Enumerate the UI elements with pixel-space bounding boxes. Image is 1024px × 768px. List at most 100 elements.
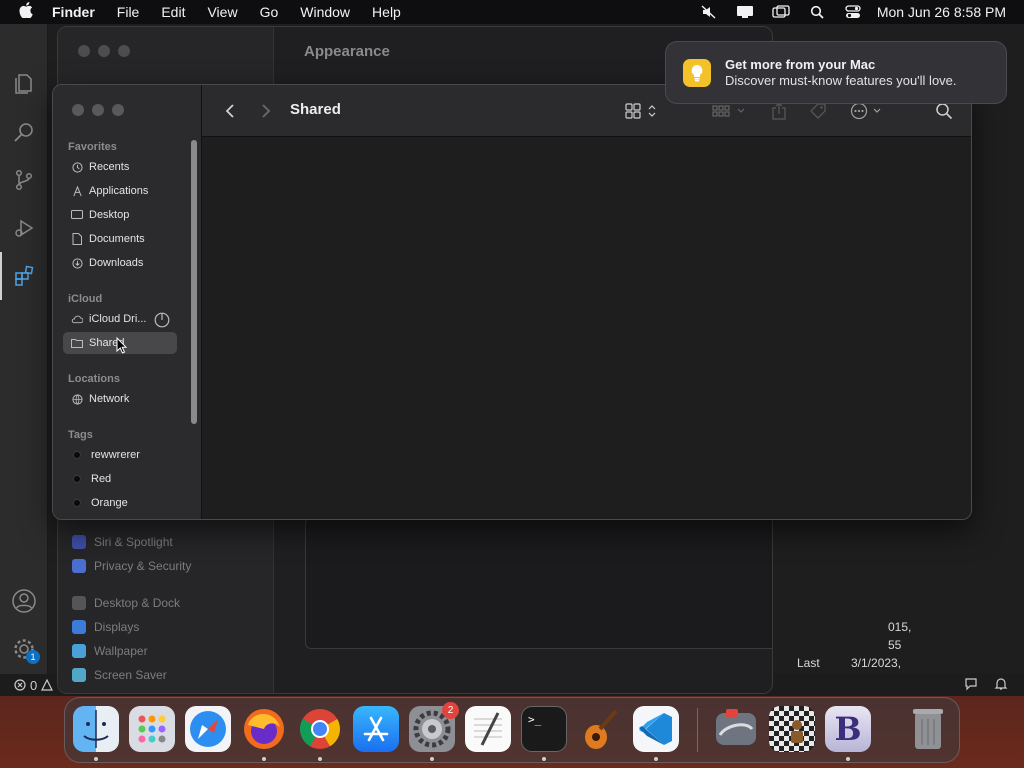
source-control-icon[interactable] [0, 156, 48, 204]
sidebar-item-label: Red [91, 473, 112, 485]
dock-bbedit-icon[interactable]: B [825, 706, 871, 752]
dock-launchpad-icon[interactable] [129, 706, 175, 752]
settings-item-privacy[interactable]: Privacy & Security [72, 559, 191, 573]
menu-file[interactable]: File [106, 4, 151, 20]
minimize-button[interactable] [98, 45, 110, 57]
settings-item-siri[interactable]: Siri & Spotlight [72, 535, 173, 549]
sidebar-item-downloads[interactable]: Downloads [63, 252, 177, 274]
settings-item-label: Displays [94, 620, 140, 634]
forward-chevron-icon[interactable] [258, 99, 274, 123]
menu-bar: Finder File Edit View Go Window Help Mon… [0, 0, 1024, 24]
cloud-icon [71, 313, 83, 325]
screen-saver-icon [72, 668, 86, 682]
dock: 2 >_ B [64, 697, 960, 763]
menu-edit[interactable]: Edit [150, 4, 196, 20]
section-icloud: iCloud [68, 293, 103, 305]
section-favorites: Favorites [68, 141, 117, 153]
finder-window: Favorites Recents Applications Desktop D… [52, 84, 972, 520]
sidebar-item-documents[interactable]: Documents [63, 228, 177, 250]
dock-divider [697, 708, 698, 752]
running-indicator [542, 757, 546, 761]
sidebar-tag-red[interactable]: Red [63, 468, 177, 490]
accounts-badge: 1 [26, 650, 40, 664]
privacy-hand-icon [72, 559, 86, 573]
settings-item-screen-saver[interactable]: Screen Saver [72, 668, 167, 682]
control-center-icon[interactable] [835, 0, 871, 24]
dock-chess-icon[interactable] [769, 706, 815, 752]
background-last-date: 3/1/2023, [851, 656, 902, 670]
screen-mirror-icon[interactable] [763, 0, 799, 24]
shared-folder-icon [71, 337, 83, 349]
close-button[interactable] [78, 45, 90, 57]
finder-sidebar: Favorites Recents Applications Desktop D… [53, 85, 202, 519]
dock-app-store-icon[interactable] [353, 706, 399, 752]
manage-gear-icon[interactable] [0, 625, 48, 673]
display-icon[interactable] [727, 0, 763, 24]
tag-dot-icon [73, 475, 81, 483]
menu-clock[interactable]: Mon Jun 26 8:58 PM [871, 4, 1024, 20]
menu-help[interactable]: Help [361, 4, 412, 20]
mute-icon[interactable] [691, 0, 727, 24]
settings-item-wallpaper[interactable]: Wallpaper [72, 644, 148, 658]
settings-item-displays[interactable]: Displays [72, 620, 139, 634]
close-button[interactable] [72, 104, 84, 116]
section-tags: Tags [68, 429, 93, 441]
error-count-icon[interactable]: 0 [14, 678, 54, 693]
download-icon [71, 257, 83, 269]
sidebar-item-label: Orange [91, 497, 128, 509]
finder-content-area[interactable] [202, 137, 971, 519]
sidebar-tag-rewwrerer[interactable]: rewwrerer [63, 444, 177, 466]
dock-trash-icon[interactable] [905, 706, 951, 752]
sidebar-scrollbar[interactable] [191, 140, 197, 424]
dock-chrome-icon[interactable] [297, 706, 343, 752]
desktop-icon [71, 209, 83, 221]
extensions-icon[interactable] [0, 252, 48, 300]
notification-title: Get more from your Mac [725, 56, 876, 72]
tips-lightbulb-icon [683, 58, 711, 87]
displays-icon [72, 620, 86, 634]
search-icon[interactable] [0, 108, 48, 156]
notification-banner[interactable]: Get more from your Mac Discover must-kno… [665, 41, 1007, 104]
menu-go[interactable]: Go [249, 4, 290, 20]
running-indicator [430, 757, 434, 761]
settings-content-panel [305, 517, 772, 649]
back-chevron-icon[interactable] [222, 99, 238, 123]
dock-firefox-icon[interactable] [241, 706, 287, 752]
apple-menu-icon[interactable] [0, 1, 52, 23]
icloud-sync-progress-icon [154, 312, 170, 333]
menu-window[interactable]: Window [289, 4, 361, 20]
dock-finder-icon[interactable] [73, 706, 119, 752]
menu-app-finder[interactable]: Finder [52, 4, 106, 20]
zoom-button[interactable] [118, 45, 130, 57]
mouse-cursor-icon [116, 336, 128, 359]
spotlight-search-icon[interactable] [799, 0, 835, 24]
dock-safari-icon[interactable] [185, 706, 231, 752]
sidebar-item-desktop[interactable]: Desktop [63, 204, 177, 226]
clock-icon [71, 161, 83, 173]
settings-item-desktop-dock[interactable]: Desktop & Dock [72, 596, 180, 610]
settings-item-label: Screen Saver [94, 668, 167, 682]
dock-vscode-icon[interactable] [633, 706, 679, 752]
sidebar-item-recents[interactable]: Recents [63, 156, 177, 178]
accounts-icon[interactable] [0, 577, 48, 625]
dock-terminal-icon[interactable]: >_ [521, 706, 567, 752]
run-debug-icon[interactable] [0, 204, 48, 252]
notification-body: Discover must-know features you'll love. [725, 72, 957, 88]
feedback-icon[interactable] [964, 677, 978, 694]
sidebar-item-label: Network [89, 393, 130, 405]
notifications-bell-icon[interactable] [994, 677, 1008, 694]
running-indicator [654, 757, 658, 761]
background-text-1: 015, [888, 620, 912, 634]
dock-textedit-icon[interactable] [465, 706, 511, 752]
menu-view[interactable]: View [196, 4, 248, 20]
sidebar-item-applications[interactable]: Applications [63, 180, 177, 202]
sidebar-item-network[interactable]: Network [63, 388, 177, 410]
section-locations: Locations [68, 373, 120, 385]
dock-screens-app-icon[interactable] [713, 706, 759, 752]
dock-garageband-icon[interactable] [577, 706, 623, 752]
view-mode-grid-icon[interactable] [625, 99, 661, 123]
zoom-button[interactable] [112, 104, 124, 116]
sidebar-tag-orange[interactable]: Orange [63, 492, 177, 514]
explorer-icon[interactable] [0, 60, 48, 108]
minimize-button[interactable] [92, 104, 104, 116]
